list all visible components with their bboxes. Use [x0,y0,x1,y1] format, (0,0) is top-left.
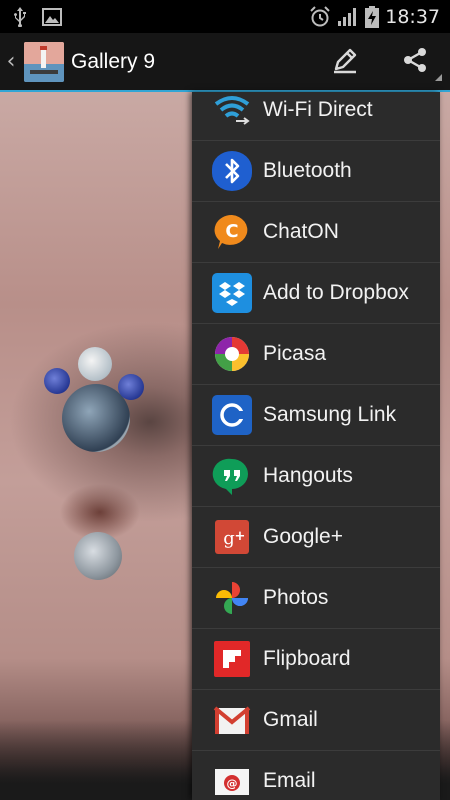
action-bar: ‹ Gallery 9 [0,33,450,90]
share-item-wifi-direct[interactable]: Wi-Fi Direct [192,92,440,141]
overflow-indicator-icon [435,74,442,81]
share-item-dropbox[interactable]: Add to Dropbox [192,263,440,324]
edit-button[interactable] [310,33,380,90]
share-item-label: Hangouts [263,464,353,487]
status-bar: 18:37 [0,0,450,33]
edit-icon [330,45,360,79]
jewel-right [118,374,144,400]
usb-icon [12,6,28,27]
chaton-icon: C [212,212,252,252]
share-item-label: Bluetooth [263,159,352,182]
share-item-label: Samsung Link [263,403,397,426]
svg-text:+: + [235,529,246,544]
google-plus-icon: g + [215,520,249,554]
svg-text:g: g [223,528,235,549]
share-item-label: Add to Dropbox [263,281,409,304]
share-item-photos[interactable]: Photos [192,568,440,629]
jewel-top [78,347,112,381]
signal-icon [337,7,359,27]
share-item-bluetooth[interactable]: Bluetooth [192,141,440,202]
share-item-samsung-link[interactable]: Samsung Link [192,385,440,446]
alarm-icon [309,5,331,28]
bluetooth-icon [212,151,252,191]
svg-text:C: C [225,221,238,242]
gmail-icon [212,700,252,740]
wifi-direct-icon [212,92,252,130]
share-item-gmail[interactable]: Gmail [192,690,440,751]
flipboard-icon [214,641,250,677]
share-item-hangouts[interactable]: Hangouts [192,446,440,507]
share-item-picasa[interactable]: Picasa [192,324,440,385]
jewel-left [44,368,70,394]
share-item-label: Google+ [263,525,343,548]
share-icon [400,45,430,79]
share-item-email[interactable]: @ Email [192,751,440,800]
share-item-label: Picasa [263,342,327,365]
hangouts-icon [212,456,252,496]
battery-charging-icon [365,5,380,28]
share-menu: Wi-Fi Direct Bluetooth C ChatON Add to D… [192,92,440,800]
share-item-label: Flipboard [263,647,351,670]
email-icon: @ [212,761,252,800]
clock: 18:37 [385,5,440,28]
samsung-link-icon [212,395,252,435]
share-button[interactable] [380,33,450,90]
share-item-label: Email [263,769,316,792]
album-thumbnail[interactable] [24,41,64,82]
share-item-google-plus[interactable]: g + Google+ [192,507,440,568]
photos-icon [212,578,252,618]
svg-text:@: @ [227,777,238,790]
share-item-label: Gmail [263,708,318,731]
dropbox-icon [212,273,252,313]
share-item-label: Photos [263,586,329,609]
page-title[interactable]: Gallery 9 [71,50,155,74]
picasa-icon [212,334,252,374]
jewel-bottom [74,532,122,580]
share-item-chaton[interactable]: C ChatON [192,202,440,263]
back-chevron-icon[interactable]: ‹ [2,49,20,74]
share-item-label: Wi-Fi Direct [263,98,373,121]
share-item-flipboard[interactable]: Flipboard [192,629,440,690]
share-item-label: ChatON [263,220,339,243]
image-icon [42,7,62,26]
